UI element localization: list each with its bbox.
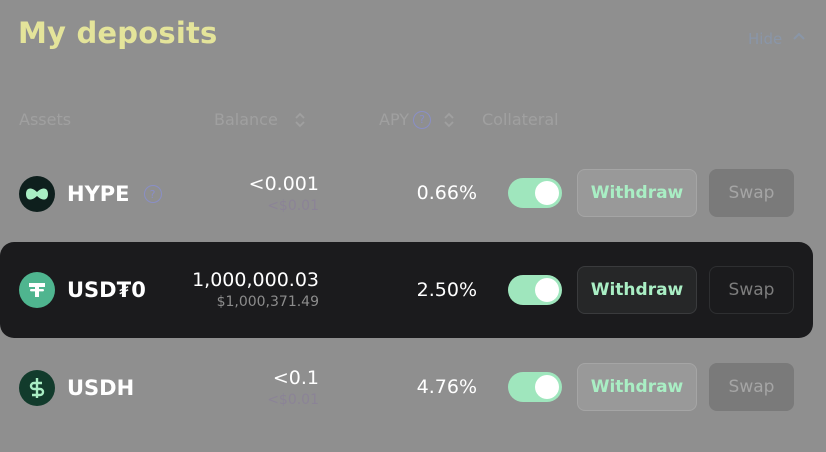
balance-amount: <0.1 [272, 367, 319, 389]
balance-cell: 1,000,000.03 $1,000,371.49 [192, 269, 319, 310]
asset-cell: USD₮0 [19, 242, 146, 338]
table-row: HYPE ? <0.001 <$0.01 0.66% Withdraw Swap [0, 146, 826, 242]
column-balance[interactable]: Balance [214, 110, 306, 129]
tether-logo-icon [19, 272, 55, 308]
table-row: USD₮0 1,000,000.03 $1,000,371.49 2.50% W… [0, 242, 813, 338]
toggle-knob [535, 375, 559, 399]
hide-toggle[interactable]: Hide [748, 30, 806, 48]
apy-value: 4.76% [416, 376, 477, 398]
column-apy[interactable]: APY ? [379, 110, 455, 129]
balance-amount: <0.001 [248, 173, 319, 195]
withdraw-button[interactable]: Withdraw [577, 169, 697, 217]
table-header: Assets Balance APY ? Collateral [0, 108, 826, 134]
apy-value: 0.66% [416, 182, 477, 204]
balance-amount: 1,000,000.03 [192, 269, 319, 291]
column-assets: Assets [19, 110, 71, 129]
withdraw-button[interactable]: Withdraw [577, 266, 697, 314]
collateral-toggle[interactable] [508, 372, 562, 402]
swap-button[interactable]: Swap [709, 363, 794, 411]
hype-logo-icon [19, 176, 55, 212]
swap-button[interactable]: Swap [709, 169, 794, 217]
help-icon[interactable]: ? [413, 110, 432, 129]
balance-usd: <$0.01 [267, 198, 319, 214]
balance-cell: <0.001 <$0.01 [249, 173, 319, 214]
asset-cell: USDH [19, 340, 134, 436]
asset-name: USDH [67, 376, 135, 400]
page-title: My deposits [18, 16, 218, 50]
swap-button[interactable]: Swap [709, 266, 794, 314]
apy-value: 2.50% [416, 279, 477, 301]
withdraw-button[interactable]: Withdraw [577, 363, 697, 411]
asset-cell: HYPE ? [19, 146, 162, 242]
sort-icon[interactable] [443, 111, 455, 129]
column-balance-label: Balance [214, 110, 278, 129]
table-row: USDH <0.1 <$0.01 4.76% Withdraw Swap [0, 340, 826, 436]
help-icon[interactable]: ? [143, 185, 162, 203]
hide-label: Hide [748, 30, 783, 48]
column-collateral: Collateral [482, 110, 559, 129]
collateral-toggle[interactable] [508, 178, 562, 208]
collateral-toggle[interactable] [508, 275, 562, 305]
usdh-logo-icon [19, 370, 55, 406]
sort-icon[interactable] [294, 111, 306, 129]
chevron-up-icon [792, 30, 806, 48]
column-apy-label: APY [379, 110, 410, 129]
balance-cell: <0.1 <$0.01 [267, 367, 319, 408]
asset-name: USD₮0 [67, 278, 146, 302]
balance-usd: <$0.01 [267, 392, 319, 408]
toggle-knob [535, 278, 559, 302]
column-collateral-label: Collateral [482, 110, 559, 129]
toggle-knob [535, 181, 559, 205]
column-assets-label: Assets [19, 110, 72, 129]
balance-usd: $1,000,371.49 [216, 294, 319, 310]
asset-name: HYPE [67, 182, 130, 206]
